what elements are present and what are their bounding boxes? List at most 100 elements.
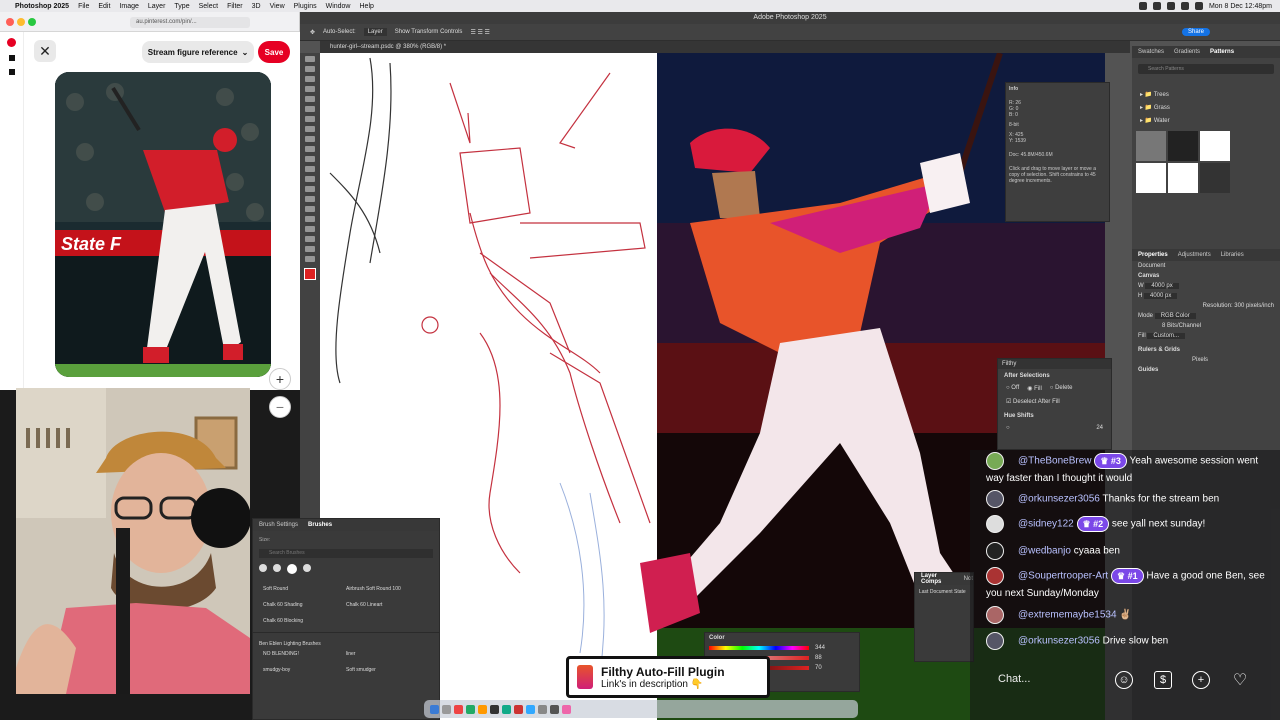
- tab-adjustments[interactable]: Adjustments: [1178, 252, 1211, 258]
- app-icon[interactable]: [562, 704, 571, 714]
- emoji-icon[interactable]: ☺: [1115, 671, 1133, 689]
- pattern-swatch[interactable]: [1200, 131, 1230, 161]
- tab-layer-comps[interactable]: Layer Comps: [921, 573, 954, 585]
- launchpad-icon[interactable]: [442, 704, 451, 714]
- pattern-swatch[interactable]: [1136, 163, 1166, 193]
- lasso-tool-icon[interactable]: [305, 76, 315, 82]
- gradient-tool-icon[interactable]: [305, 176, 315, 182]
- saturation-value[interactable]: 88: [815, 655, 822, 661]
- pattern-swatch[interactable]: [1136, 131, 1166, 161]
- home-icon[interactable]: [8, 55, 15, 61]
- wifi-icon[interactable]: [1180, 2, 1189, 10]
- menu-window[interactable]: Window: [326, 3, 351, 10]
- fill-select[interactable]: Custom...: [1147, 333, 1186, 339]
- explore-icon[interactable]: [8, 69, 15, 75]
- super-chat-icon[interactable]: $: [1154, 671, 1172, 689]
- document-tab[interactable]: hunter-girl--stream.psdc @ 380% (RGB/8) …: [320, 41, 1130, 53]
- fill-row[interactable]: Fill Custom...: [1132, 331, 1280, 341]
- photoshop-dock-icon[interactable]: [526, 704, 535, 714]
- brush-item[interactable]: Chalk 60 Blocking: [263, 618, 346, 624]
- brush-item[interactable]: NO BLENDING!: [263, 651, 346, 657]
- app-icon[interactable]: [490, 704, 499, 714]
- menu-layer[interactable]: Layer: [148, 3, 166, 10]
- units-select[interactable]: Pixels: [1132, 355, 1280, 365]
- pattern-swatch[interactable]: [1200, 163, 1230, 193]
- pattern-folder[interactable]: ▸ 📁 Trees: [1132, 88, 1280, 101]
- brightness-value[interactable]: 70: [815, 665, 822, 671]
- app-icon[interactable]: [514, 704, 523, 714]
- close-window-button[interactable]: [6, 18, 14, 26]
- bit-depth-select[interactable]: 8 Bits/Channel: [1132, 321, 1280, 331]
- type-tool-icon[interactable]: [305, 216, 315, 222]
- rulers-grids-header[interactable]: Rulers & Grids: [1132, 345, 1280, 355]
- add-icon[interactable]: +: [1192, 671, 1210, 689]
- canvas-width[interactable]: W 4000 px: [1132, 281, 1280, 291]
- control-center-icon[interactable]: [1194, 2, 1203, 10]
- tab-gradients[interactable]: Gradients: [1174, 49, 1200, 55]
- pin-image[interactable]: State F: [55, 72, 271, 377]
- menu-3d[interactable]: 3D: [252, 3, 261, 10]
- hue-value[interactable]: 24: [1096, 425, 1103, 431]
- save-button[interactable]: Save: [258, 41, 290, 63]
- history-brush-icon[interactable]: [305, 156, 315, 162]
- tab-brushes[interactable]: Brushes: [308, 522, 332, 528]
- blur-tool-icon[interactable]: [305, 186, 315, 192]
- hue-value[interactable]: 344: [815, 645, 825, 651]
- minimize-window-button[interactable]: [17, 18, 25, 26]
- marquee-tool-icon[interactable]: [305, 66, 315, 72]
- crop-tool-icon[interactable]: [305, 96, 315, 102]
- brush-item[interactable]: Chalk 60 Shading: [263, 602, 346, 608]
- chat-input[interactable]: Chat...: [998, 673, 1030, 685]
- app-icon[interactable]: [538, 704, 547, 714]
- menu-file[interactable]: File: [78, 3, 89, 10]
- quick-select-tool-icon[interactable]: [305, 86, 315, 92]
- mode-select[interactable]: RGB Color: [1154, 313, 1196, 319]
- menu-plugins[interactable]: Plugins: [294, 3, 317, 10]
- radio-delete[interactable]: ○ Delete: [1050, 385, 1073, 392]
- status-icon[interactable]: [1166, 2, 1175, 10]
- color-mode-row[interactable]: Mode RGB Color: [1132, 311, 1280, 321]
- deselect-checkbox[interactable]: ☑ Deselect After Fill: [998, 394, 1111, 409]
- app-icon[interactable]: [478, 704, 487, 714]
- canvas-height-value[interactable]: 4000 px: [1144, 293, 1178, 299]
- path-select-tool-icon[interactable]: [305, 226, 315, 232]
- tab-patterns[interactable]: Patterns: [1210, 49, 1234, 55]
- pen-tool-icon[interactable]: [305, 206, 315, 212]
- recent-brush[interactable]: [303, 564, 311, 572]
- app-icon[interactable]: [550, 704, 559, 714]
- show-transform-checkbox[interactable]: Show Transform Controls: [395, 29, 463, 35]
- brush-group-header[interactable]: Ben Eblen Lighting Brushes: [253, 632, 439, 651]
- recent-brush[interactable]: [273, 564, 281, 572]
- menu-type[interactable]: Type: [174, 3, 189, 10]
- hue-slider[interactable]: ○: [1006, 425, 1010, 431]
- dodge-tool-icon[interactable]: [305, 196, 315, 202]
- menubar-clock[interactable]: Mon 8 Dec 12:48pm: [1209, 3, 1272, 10]
- layer-comp-item[interactable]: Last Document State: [915, 585, 973, 599]
- frame-tool-icon[interactable]: [305, 106, 315, 112]
- brush-item[interactable]: Airbrush Soft Round 100: [346, 586, 429, 592]
- brush-item[interactable]: Chalk 60 Lineart: [346, 602, 429, 608]
- tab-swatches[interactable]: Swatches: [1138, 49, 1164, 55]
- brush-tool-icon[interactable]: [305, 136, 315, 142]
- share-button[interactable]: Share: [1181, 28, 1210, 36]
- brush-item[interactable]: Soft Round: [263, 586, 346, 592]
- pattern-folder[interactable]: ▸ 📁 Grass: [1132, 101, 1280, 114]
- recent-brush[interactable]: [287, 564, 297, 574]
- pinterest-logo-icon[interactable]: [7, 38, 16, 47]
- tab-libraries[interactable]: Libraries: [1221, 252, 1244, 258]
- menu-edit[interactable]: Edit: [98, 3, 110, 10]
- maximize-window-button[interactable]: [28, 18, 36, 26]
- eyedropper-tool-icon[interactable]: [305, 116, 315, 122]
- heart-icon[interactable]: ♡: [1231, 671, 1249, 689]
- healing-tool-icon[interactable]: [305, 126, 315, 132]
- canvas-height[interactable]: H 4000 px: [1132, 291, 1280, 301]
- zoom-in-button[interactable]: +: [269, 368, 291, 390]
- menu-help[interactable]: Help: [360, 3, 374, 10]
- menu-image[interactable]: Image: [119, 3, 138, 10]
- brush-item[interactable]: Soft smudger: [346, 667, 429, 673]
- auto-select-target[interactable]: Layer: [363, 28, 387, 36]
- pattern-swatch[interactable]: [1168, 131, 1198, 161]
- app-icon[interactable]: [454, 704, 463, 714]
- eraser-tool-icon[interactable]: [305, 166, 315, 172]
- shape-tool-icon[interactable]: [305, 236, 315, 242]
